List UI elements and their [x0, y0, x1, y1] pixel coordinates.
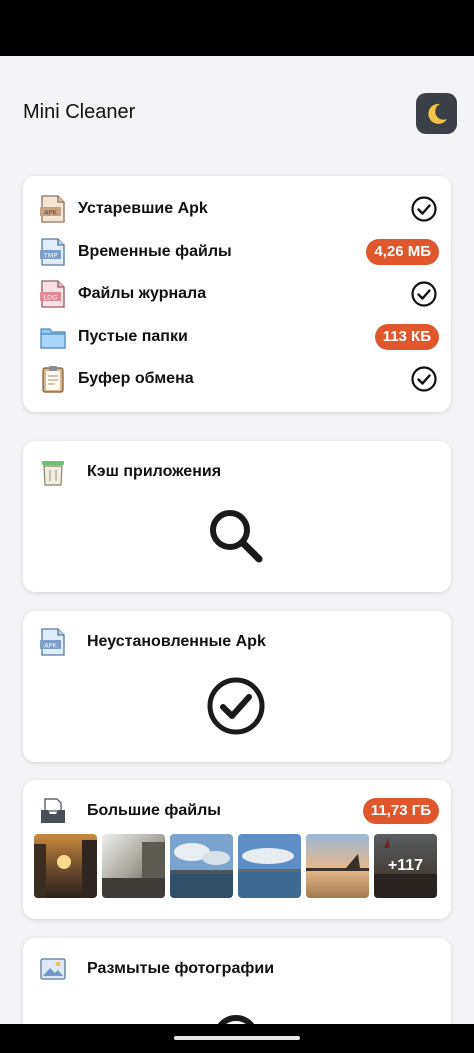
log-file-icon: LOG: [40, 280, 65, 308]
card-title: Размытые фотографии: [87, 960, 275, 977]
summary-row-clipboard[interactable]: Буфер обмена: [23, 358, 451, 400]
svg-text:LOG: LOG: [44, 293, 58, 301]
svg-text:APK: APK: [44, 641, 57, 649]
uninstalled-apk-card[interactable]: APK Неустановленные Apk: [23, 611, 451, 762]
summary-row-label: Временные файлы: [78, 243, 232, 260]
svg-text:APK: APK: [44, 208, 57, 216]
card-title: Большие файлы: [87, 802, 221, 819]
thumbnail-sunset-bridge[interactable]: [306, 834, 369, 898]
search-icon: [210, 510, 263, 563]
status-bar: [0, 0, 474, 56]
summary-row-temp-files[interactable]: TMP Временные файлы 4,26 МБ: [23, 231, 451, 273]
clipboard-icon: [42, 366, 64, 393]
size-badge: 11,73 ГБ: [362, 798, 439, 824]
summary-card: APK Устаревшие Apk TMP Временные файлы 4…: [23, 176, 451, 412]
thumbnail-sunlit-street[interactable]: [102, 834, 165, 898]
thumbnail-sunset-street[interactable]: [34, 834, 97, 898]
summary-row-empty-folders[interactable]: Пустые папки 113 КБ: [23, 316, 451, 358]
apk-file-icon: APK: [40, 195, 65, 223]
more-count-label: +117: [374, 834, 437, 898]
moon-icon: [427, 103, 447, 124]
summary-row-label: Устаревшие Apk: [78, 200, 208, 217]
size-badge: 113 КБ: [374, 324, 439, 350]
summary-row-label: Пустые папки: [78, 328, 188, 345]
theme-toggle-button[interactable]: [416, 93, 457, 134]
app-cache-card[interactable]: Кэш приложения: [23, 441, 451, 592]
card-title: Неустановленные Apk: [87, 633, 266, 650]
photo-icon: [40, 958, 66, 980]
summary-row-outdated-apk[interactable]: APK Устаревшие Apk: [23, 188, 451, 230]
summary-row-label: Файлы журнала: [78, 285, 207, 302]
app-bar: Mini Cleaner: [0, 56, 474, 166]
check-circle-icon: [411, 281, 437, 307]
apk-file-icon: APK: [40, 628, 65, 656]
check-circle-icon: [207, 677, 265, 735]
check-circle-icon: [411, 196, 437, 222]
inbox-tray-icon: [41, 798, 65, 823]
svg-text:TMP: TMP: [43, 251, 58, 259]
folder-icon: [40, 328, 66, 349]
thumbnail-strip: +117: [34, 834, 440, 898]
thumbnail-river-sky[interactable]: [170, 834, 233, 898]
card-title: Кэш приложения: [87, 463, 222, 480]
trash-can-icon: [42, 461, 64, 486]
home-gesture-bar[interactable]: [174, 1036, 300, 1040]
thumbnail-ship-at-dusk[interactable]: +117: [374, 834, 437, 898]
summary-row-log-files[interactable]: LOG Файлы журнала: [23, 273, 451, 315]
tmp-file-icon: TMP: [40, 238, 65, 266]
app-title: Mini Cleaner: [23, 101, 136, 123]
size-badge: 4,26 МБ: [366, 239, 439, 265]
summary-row-label: Буфер обмена: [78, 370, 194, 387]
navigation-bar: [0, 1024, 474, 1053]
large-files-card[interactable]: Большие файлы 11,73 ГБ +117: [23, 780, 451, 919]
thumbnail-river-clouds[interactable]: [238, 834, 301, 898]
check-circle-icon: [411, 366, 437, 392]
